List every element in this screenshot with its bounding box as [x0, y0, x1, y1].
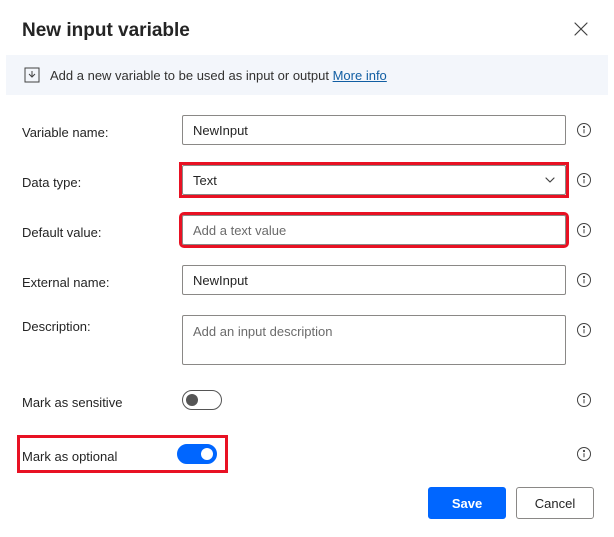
banner-text: Add a new variable to be used as input o… — [50, 68, 387, 83]
mark-sensitive-toggle[interactable] — [182, 390, 222, 410]
info-icon[interactable] — [576, 172, 592, 188]
save-button[interactable]: Save — [428, 487, 506, 519]
dialog-title: New input variable — [22, 20, 190, 42]
variable-name-input[interactable] — [182, 115, 566, 145]
cancel-button[interactable]: Cancel — [516, 487, 594, 519]
info-banner: Add a new variable to be used as input o… — [6, 55, 608, 95]
default-value-input[interactable] — [182, 215, 566, 245]
default-value-label: Default value: — [22, 221, 182, 240]
mark-sensitive-label: Mark as sensitive — [22, 391, 182, 410]
mark-optional-label: Mark as optional — [22, 445, 177, 464]
info-icon[interactable] — [576, 222, 592, 238]
info-icon[interactable] — [576, 272, 592, 288]
info-icon[interactable] — [576, 122, 592, 138]
description-label: Description: — [22, 315, 182, 334]
mark-optional-toggle[interactable] — [177, 444, 217, 464]
external-name-input[interactable] — [182, 265, 566, 295]
data-type-select[interactable] — [182, 165, 566, 195]
info-icon[interactable] — [576, 322, 592, 338]
external-name-label: External name: — [22, 271, 182, 290]
data-type-label: Data type: — [22, 171, 182, 190]
variable-name-label: Variable name: — [22, 121, 182, 140]
info-icon[interactable] — [576, 446, 592, 462]
info-icon[interactable] — [576, 392, 592, 408]
more-info-link[interactable]: More info — [333, 68, 387, 83]
close-icon — [574, 22, 588, 36]
download-icon — [24, 67, 40, 83]
description-input[interactable] — [182, 315, 566, 365]
close-button[interactable] — [570, 18, 592, 43]
